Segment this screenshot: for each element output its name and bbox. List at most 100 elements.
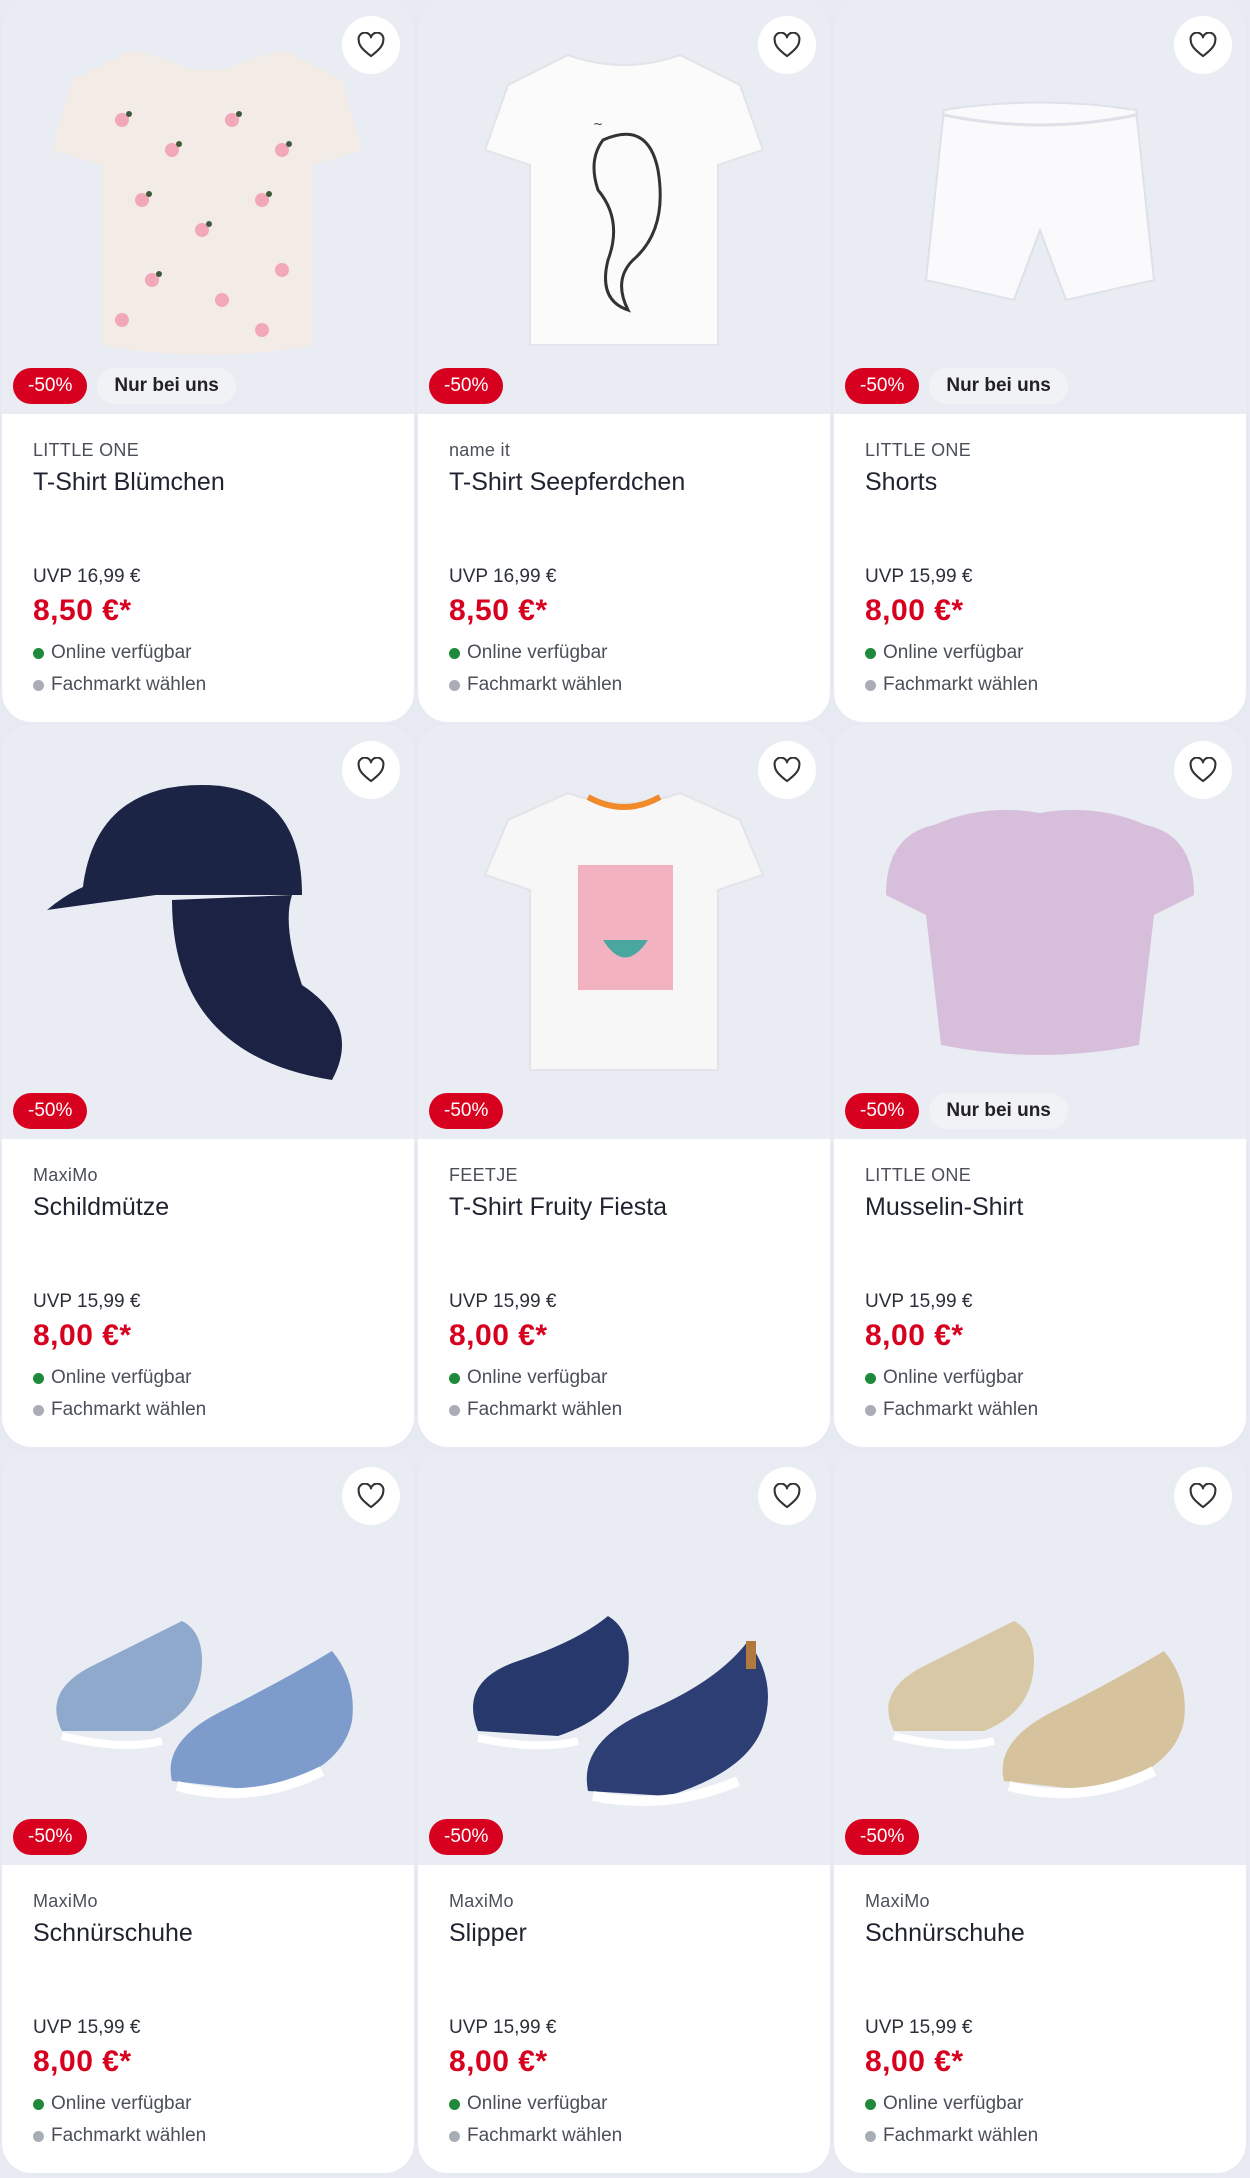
favorite-button[interactable] [758,16,816,74]
product-card[interactable]: -50% MaxiMo Schnürschuhe UVP 15,99 € 8,0… [834,1451,1246,2173]
product-name[interactable]: T-Shirt Seepferdchen [449,468,685,497]
select-store-link[interactable]: Fachmarkt wählen [865,674,1038,696]
badge-row: -50% Nur bei uns [845,1093,1068,1129]
select-store-label: Fachmarkt wählen [51,674,207,695]
product-info: MaxiMo Schnürschuhe UVP 15,99 € 8,00 €* … [834,1865,1246,2173]
select-store-label: Fachmarkt wählen [883,674,1039,695]
select-store-link[interactable]: Fachmarkt wählen [33,2125,206,2147]
online-status-dot [33,1372,44,1384]
exclusive-badge: Nur bei uns [929,368,1068,404]
select-store-label: Fachmarkt wählen [883,2125,1039,2146]
select-store-link[interactable]: Fachmarkt wählen [33,1399,206,1421]
online-status-dot [449,1372,460,1384]
product-brand: MaxiMo [865,1891,930,1911]
online-availability: Online verfügbar [33,642,191,664]
online-availability: Online verfügbar [449,2093,607,2115]
product-card[interactable]: ~ -50% name it T-Shirt Seepferdchen UVP … [418,0,830,722]
product-brand: name it [449,440,511,460]
select-store-label: Fachmarkt wählen [51,1399,207,1420]
product-name[interactable]: Schildmütze [33,1193,169,1222]
select-store-link[interactable]: Fachmarkt wählen [865,2125,1038,2147]
online-availability-label: Online verfügbar [467,1367,608,1388]
uvp-price: UVP 15,99 € [865,1291,973,1312]
online-availability: Online verfügbar [449,642,607,664]
product-info: MaxiMo Schildmütze UVP 15,99 € 8,00 €* O… [2,1139,414,1447]
product-brand: LITTLE ONE [33,440,140,460]
product-info: FEETJE T-Shirt Fruity Fiesta UVP 15,99 €… [418,1139,830,1447]
product-name[interactable]: Schnürschuhe [865,1919,1025,1948]
online-status-dot [865,647,876,659]
exclusive-badge: Nur bei uns [97,368,236,404]
favorite-button[interactable] [758,1467,816,1525]
uvp-price: UVP 16,99 € [33,566,141,587]
select-store-link[interactable]: Fachmarkt wählen [449,2125,622,2147]
online-status-dot [449,647,460,659]
online-availability-label: Online verfügbar [467,2093,608,2114]
product-info: LITTLE ONE Shorts UVP 15,99 € 8,00 €* On… [834,414,1246,722]
product-brand: FEETJE [449,1165,518,1185]
product-card[interactable]: -50% FEETJE T-Shirt Fruity Fiesta UVP 15… [418,725,830,1447]
online-availability: Online verfügbar [449,1367,607,1389]
store-status-dot [33,2130,44,2142]
favorite-button[interactable] [1174,741,1232,799]
product-card[interactable]: -50% Nur bei uns LITTLE ONE T-Shirt Blüm… [2,0,414,722]
uvp-price: UVP 15,99 € [33,2017,141,2038]
favorite-button[interactable] [342,16,400,74]
online-availability: Online verfügbar [865,1367,1023,1389]
select-store-label: Fachmarkt wählen [467,2125,623,2146]
online-status-dot [865,1372,876,1384]
sale-price: 8,00 €* [865,2045,964,2078]
badge-row: -50% [13,1819,88,1855]
heart-icon [1189,757,1217,783]
sale-price: 8,00 €* [865,1319,964,1352]
online-status-dot [33,2098,44,2110]
select-store-label: Fachmarkt wählen [467,1399,623,1420]
heart-icon [1189,32,1217,58]
product-brand: LITTLE ONE [865,1165,972,1185]
store-status-dot [33,679,44,691]
product-name[interactable]: Slipper [449,1919,527,1948]
sale-price: 8,00 €* [449,1319,548,1352]
badge-row: -50% [429,368,504,404]
product-name[interactable]: T-Shirt Fruity Fiesta [449,1193,667,1222]
sale-price: 8,50 €* [449,594,548,627]
product-name[interactable]: Shorts [865,468,937,497]
uvp-price: UVP 15,99 € [865,2017,973,2038]
store-status-dot [865,1404,876,1416]
product-name[interactable]: T-Shirt Blümchen [33,468,225,497]
product-info: LITTLE ONE T-Shirt Blümchen UVP 16,99 € … [2,414,414,722]
favorite-button[interactable] [342,741,400,799]
discount-badge: -50% [845,1093,920,1129]
product-card[interactable]: -50% Nur bei uns LITTLE ONE Musselin-Shi… [834,725,1246,1447]
product-card[interactable]: -50% MaxiMo Slipper UVP 15,99 € 8,00 €* … [418,1451,830,2173]
favorite-button[interactable] [1174,16,1232,74]
product-card[interactable]: -50% Nur bei uns LITTLE ONE Shorts UVP 1… [834,0,1246,722]
product-name[interactable]: Schnürschuhe [33,1919,193,1948]
product-card[interactable]: -50% MaxiMo Schildmütze UVP 15,99 € 8,00… [2,725,414,1447]
sale-price: 8,00 €* [33,1319,132,1352]
sale-price: 8,00 €* [865,594,964,627]
product-card[interactable]: -50% MaxiMo Schnürschuhe UVP 15,99 € 8,0… [2,1451,414,2173]
product-name[interactable]: Musselin-Shirt [865,1193,1023,1222]
favorite-button[interactable] [342,1467,400,1525]
store-status-dot [449,2130,460,2142]
select-store-link[interactable]: Fachmarkt wählen [33,674,206,696]
select-store-link[interactable]: Fachmarkt wählen [449,1399,622,1421]
select-store-link[interactable]: Fachmarkt wählen [865,1399,1038,1421]
online-availability: Online verfügbar [33,1367,191,1389]
product-info: MaxiMo Slipper UVP 15,99 € 8,00 €* Onlin… [418,1865,830,2173]
online-availability-label: Online verfügbar [467,642,608,663]
select-store-label: Fachmarkt wählen [883,1399,1039,1420]
online-status-dot [449,2098,460,2110]
heart-icon [773,32,801,58]
select-store-link[interactable]: Fachmarkt wählen [449,674,622,696]
uvp-price: UVP 15,99 € [865,566,973,587]
store-status-dot [33,1404,44,1416]
svg-text:~: ~ [593,117,603,131]
favorite-button[interactable] [758,741,816,799]
badge-row: -50% Nur bei uns [13,368,236,404]
favorite-button[interactable] [1174,1467,1232,1525]
online-availability: Online verfügbar [33,2093,191,2115]
sale-price: 8,50 €* [33,594,132,627]
product-brand: MaxiMo [449,1891,514,1911]
